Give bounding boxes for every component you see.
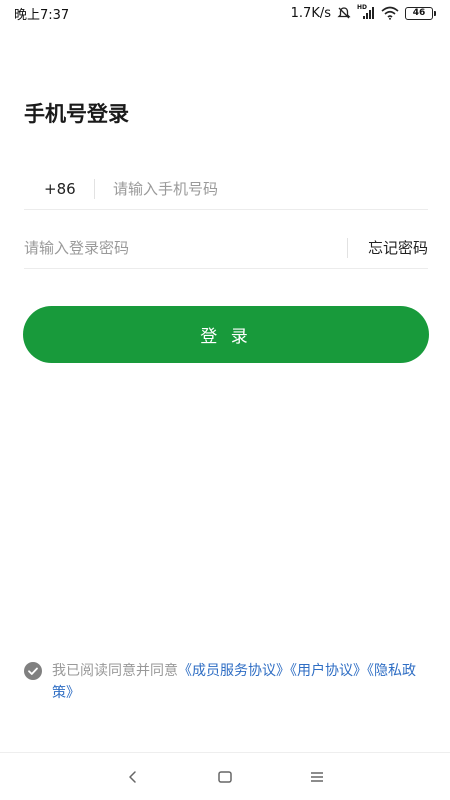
phone-input[interactable] [95, 168, 428, 209]
battery-level: 46 [405, 6, 433, 20]
member-service-link[interactable]: 《成员服务协议》 [178, 663, 290, 679]
home-icon[interactable] [179, 753, 271, 800]
page-title: 手机号登录 [24, 102, 129, 126]
hd-label: HD [357, 4, 368, 11]
user-agreement-link[interactable]: 《用户协议》 [290, 663, 367, 679]
agreement: 我已阅读同意并同意《成员服务协议》《用户协议》《隐私政策》 [24, 660, 428, 704]
menu-icon[interactable] [271, 753, 363, 800]
check-circle-icon [24, 662, 42, 680]
agreement-text: 我已阅读同意并同意《成员服务协议》《用户协议》《隐私政策》 [52, 660, 428, 704]
password-row: 忘记密码 [24, 227, 428, 269]
agreement-checkbox[interactable] [24, 662, 42, 680]
forgot-password-link[interactable]: 忘记密码 [348, 237, 428, 258]
agreement-prefix: 我已阅读同意并同意 [52, 663, 178, 679]
back-icon[interactable] [87, 753, 179, 800]
status-bar: 晚上7:37 1.7K/s HD 46 [0, 0, 450, 26]
net-speed: 1.7K/s [290, 5, 331, 21]
system-nav-bar [0, 752, 450, 800]
password-input[interactable] [24, 227, 347, 268]
login-button[interactable]: 登 录 [23, 306, 429, 363]
status-icons: 1.7K/s HD 46 [290, 4, 436, 21]
mute-icon [337, 6, 351, 20]
signal-icon: HD [357, 4, 375, 20]
wifi-icon [381, 6, 399, 20]
status-time: 晚上7:37 [14, 7, 70, 23]
phone-row: +86 [24, 168, 428, 210]
battery-icon: 46 [405, 6, 436, 20]
country-code-selector[interactable]: +86 [24, 180, 94, 198]
